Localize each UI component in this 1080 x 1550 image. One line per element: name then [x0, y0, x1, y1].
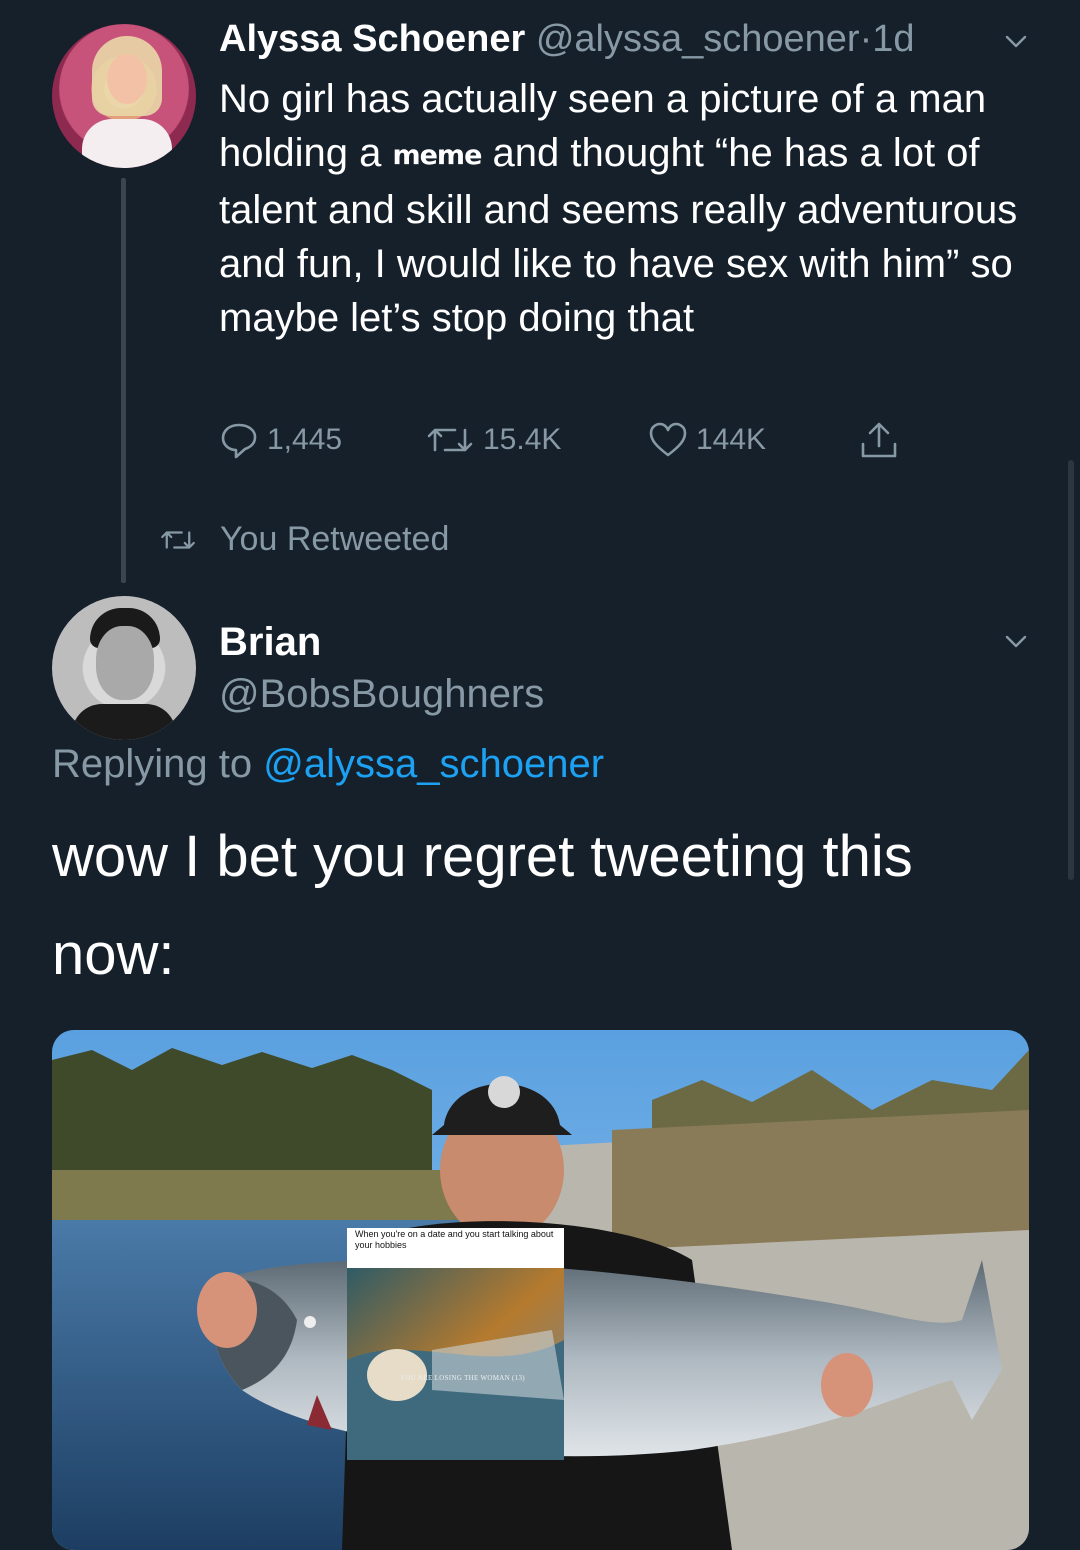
tweet1-time[interactable]: 1d — [872, 18, 914, 60]
meme-inset-overlay-text: YOU ARE LOSING THE WOMAN (13) — [400, 1374, 525, 1382]
meme-word: meme — [392, 140, 482, 171]
replying-to: Replying to @alyssa_schoener — [52, 742, 604, 787]
reply-count: 1,445 — [267, 423, 343, 456]
retweet-count: 15.4K — [483, 423, 562, 456]
avatar-clothing — [72, 704, 176, 740]
photo-man-holding-fish — [52, 1030, 1029, 1550]
reply-icon — [221, 423, 257, 459]
share-icon — [861, 422, 897, 458]
avatar-clothing — [82, 119, 172, 168]
retweet-icon — [161, 530, 195, 549]
tweet-photo[interactable] — [52, 1030, 1029, 1550]
reply-button[interactable]: 1,445 — [219, 420, 342, 460]
tweet1-text: No girl has actually seen a picture of a… — [219, 72, 1019, 345]
chevron-down-icon[interactable] — [1005, 630, 1027, 652]
retweet-button[interactable]: 15.4K — [425, 420, 561, 460]
thread-line — [121, 178, 126, 583]
tweet2-author-name[interactable]: Brian — [219, 620, 321, 665]
retweet-status-label: You Retweeted — [220, 520, 450, 558]
avatar-alyssa[interactable] — [52, 24, 196, 168]
meme-inset-caption: When you're on a date and you start talk… — [347, 1228, 564, 1268]
avatar-face — [107, 54, 147, 104]
retweet-icon — [427, 428, 473, 452]
replying-handle-link[interactable]: @alyssa_schoener — [263, 742, 604, 786]
heart-icon — [649, 422, 687, 457]
like-button[interactable]: 144K — [648, 420, 766, 460]
replying-label: Replying to — [52, 742, 264, 786]
tweet1-author-name[interactable]: Alyssa Schoener — [219, 18, 525, 60]
tweet2-handle[interactable]: @BobsBoughners — [219, 672, 544, 717]
retweet-status: You Retweeted — [158, 520, 449, 559]
tweet1-handle[interactable]: @alyssa_schoener — [536, 18, 860, 60]
tweet1-header: Alyssa Schoener @alyssa_schoener·1d — [219, 18, 915, 61]
meme-inset-caption-text: When you're on a date and you start talk… — [355, 1229, 554, 1250]
share-button[interactable] — [858, 420, 908, 462]
tweet2-text: wow I bet you regret tweeting this now: — [52, 824, 913, 987]
scrollbar[interactable] — [1068, 460, 1074, 880]
avatar-brian[interactable] — [52, 596, 196, 740]
like-count: 144K — [696, 423, 767, 456]
avatar-face — [96, 626, 154, 700]
chevron-down-icon[interactable] — [1005, 30, 1027, 52]
tweet1-separator: · — [859, 18, 873, 60]
